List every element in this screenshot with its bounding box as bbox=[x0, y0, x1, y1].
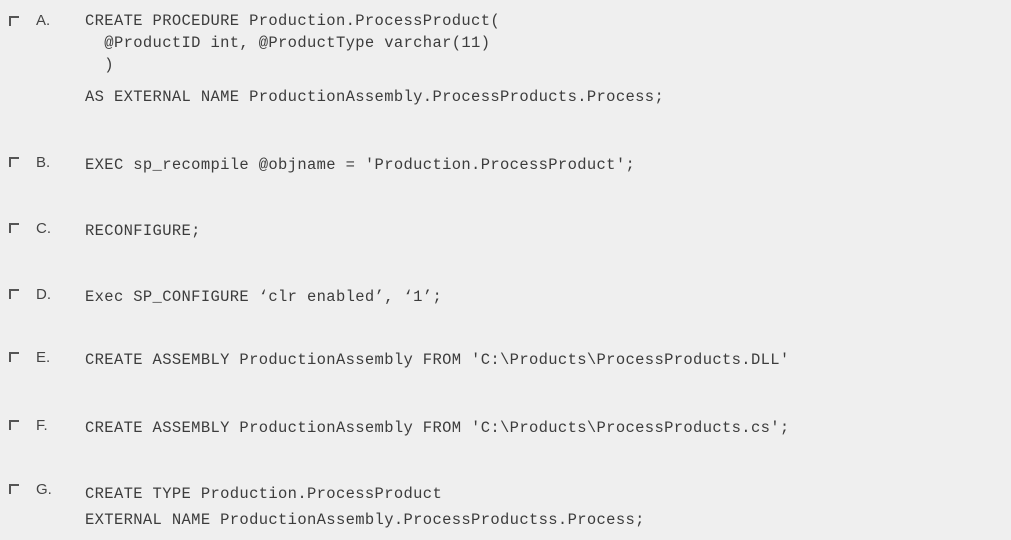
code-line: EXEC sp_recompile @objname = 'Production… bbox=[85, 156, 636, 174]
code-line: CREATE TYPE Production.ProcessProduct bbox=[85, 485, 443, 503]
code-line: CREATE ASSEMBLY ProductionAssembly FROM … bbox=[85, 351, 790, 369]
option-letter: C. bbox=[36, 220, 51, 237]
checkbox-a[interactable] bbox=[9, 16, 19, 26]
option-letter: A. bbox=[36, 12, 51, 29]
code-block-continuation: AS EXTERNAL NAME ProductionAssembly.Proc… bbox=[85, 86, 664, 108]
code-block: CREATE TYPE Production.ProcessProduct EXT… bbox=[85, 481, 645, 533]
code-line: @ProductID int, @ProductType varchar(11) bbox=[85, 34, 491, 52]
checkbox-e[interactable] bbox=[9, 352, 19, 362]
code-block: Exec SP_CONFIGURE ‘clr enabled’, ‘1’; bbox=[85, 286, 442, 308]
option-letter: B. bbox=[36, 154, 51, 171]
code-block: CREATE PROCEDURE Production.ProcessProdu… bbox=[85, 10, 500, 76]
checkbox-f[interactable] bbox=[9, 420, 19, 430]
code-line: RECONFIGURE; bbox=[85, 222, 201, 240]
code-block: RECONFIGURE; bbox=[85, 220, 201, 242]
code-line: CREATE ASSEMBLY ProductionAssembly FROM … bbox=[85, 419, 790, 437]
code-block: EXEC sp_recompile @objname = 'Production… bbox=[85, 154, 635, 176]
code-line: AS EXTERNAL NAME ProductionAssembly.Proc… bbox=[85, 88, 665, 106]
checkbox-b[interactable] bbox=[9, 157, 19, 167]
checkbox-c[interactable] bbox=[9, 223, 19, 233]
option-letter: F. bbox=[36, 417, 48, 434]
checkbox-g[interactable] bbox=[9, 484, 19, 494]
option-letter: D. bbox=[36, 286, 51, 303]
code-block: CREATE ASSEMBLY ProductionAssembly FROM … bbox=[85, 349, 790, 371]
option-letter: G. bbox=[36, 481, 52, 498]
option-letter: E. bbox=[36, 349, 51, 366]
code-line: Exec SP_CONFIGURE ‘clr enabled’, ‘1’; bbox=[85, 288, 443, 306]
code-line: CREATE PROCEDURE Production.ProcessProdu… bbox=[85, 12, 501, 30]
code-line: ) bbox=[85, 56, 114, 74]
checkbox-d[interactable] bbox=[9, 289, 19, 299]
code-block: CREATE ASSEMBLY ProductionAssembly FROM … bbox=[85, 417, 790, 439]
code-line: EXTERNAL NAME ProductionAssembly.Process… bbox=[85, 511, 645, 529]
